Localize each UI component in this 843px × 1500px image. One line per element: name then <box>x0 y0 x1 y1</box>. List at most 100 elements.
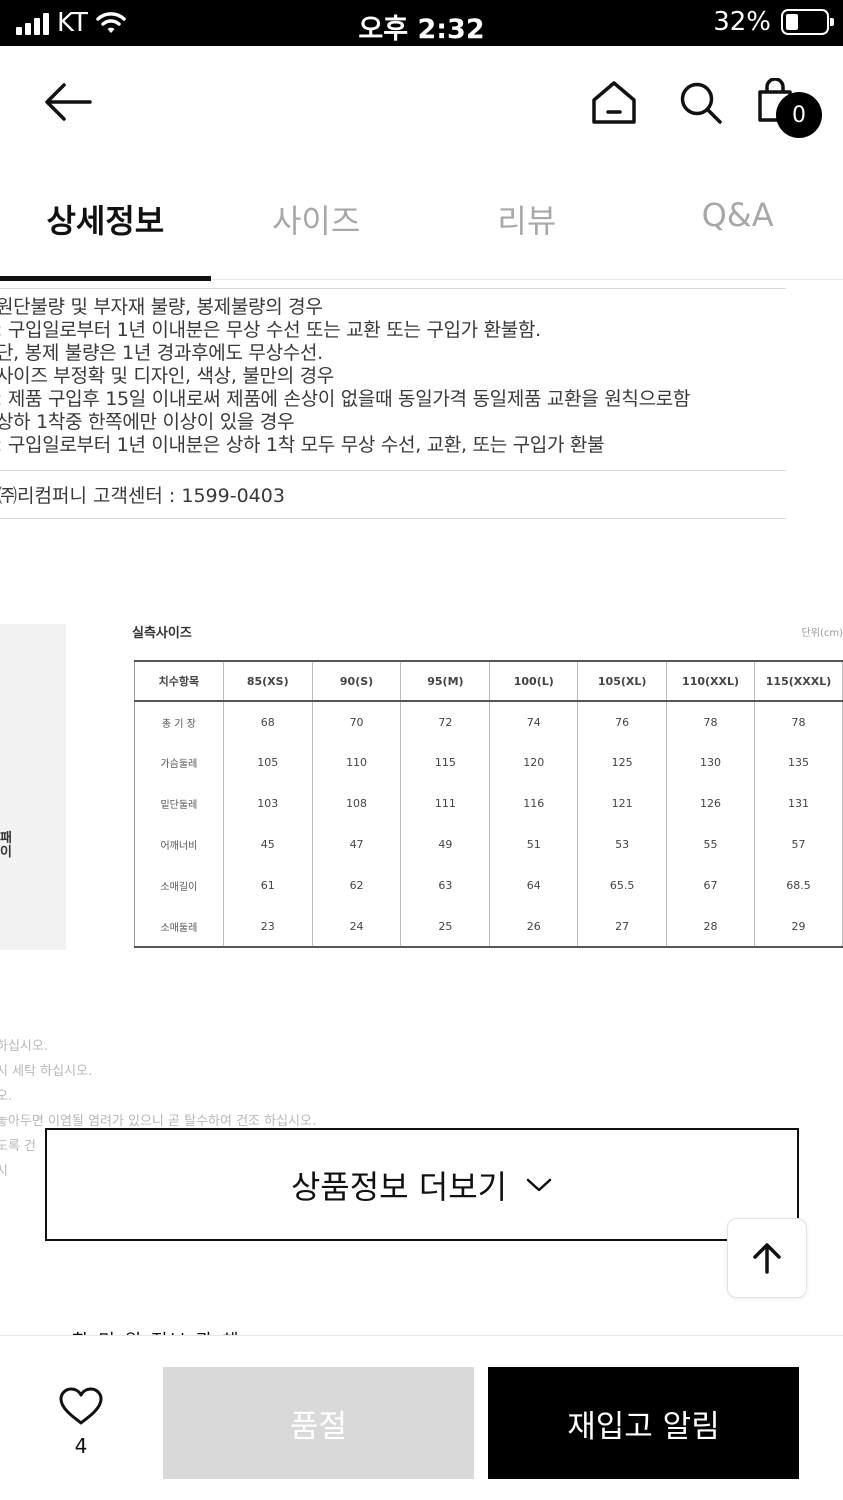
size-table-header: 110(XXL) <box>666 661 755 702</box>
table-cell: 총 기 장 <box>134 701 224 742</box>
table-cell: 소매둘레 <box>134 906 224 947</box>
table-cell: 63 <box>400 865 491 906</box>
search-icon <box>680 82 722 124</box>
table-cell: 어깨너비 <box>134 824 224 865</box>
table-cell: 72 <box>400 701 491 742</box>
table-cell: 53 <box>577 824 668 865</box>
table-cell: 26 <box>489 906 579 947</box>
size-chart-unit: 단위(cm) <box>801 628 843 639</box>
cart-button[interactable]: 0 <box>756 76 824 140</box>
table-cell: 121 <box>577 783 668 824</box>
battery-level <box>786 14 799 30</box>
size-table-header: 치수항목 <box>134 661 224 702</box>
app-header: 0 <box>0 46 843 156</box>
size-table-header: 90(S) <box>312 661 402 702</box>
table-cell: 47 <box>312 824 402 865</box>
arrow-up-icon <box>753 1243 781 1274</box>
notice-line: : 구입일로부터 1년 이내분은 무상 수선 또는 교환 또는 구입가 환불함. <box>0 319 541 341</box>
size-table-header: 100(L) <box>489 661 579 702</box>
table-cell: 49 <box>400 824 491 865</box>
table-cell: 밑단둘레 <box>134 783 224 824</box>
table-cell: 29 <box>754 906 843 947</box>
heart-icon <box>59 1387 103 1425</box>
table-cell: 125 <box>577 742 668 783</box>
size-table-header: 85(XS) <box>223 661 313 702</box>
status-bar: KT 오후 2:32 32% <box>0 0 843 46</box>
table-cell: 28 <box>666 906 755 947</box>
size-table-header: 115(XXXL) <box>754 661 843 702</box>
table-cell: 130 <box>666 742 755 783</box>
scroll-to-top-button[interactable] <box>727 1218 807 1298</box>
table-cell: 67 <box>666 865 755 906</box>
tab-detail-info[interactable]: 상세정보 <box>0 166 211 281</box>
soldout-button[interactable]: 품절 <box>163 1367 474 1479</box>
side-panel-text: 패 이 <box>0 831 12 860</box>
side-image-panel: 패 이 <box>0 624 66 950</box>
home-button[interactable] <box>588 78 640 128</box>
notice-line: 사이즈 부정확 및 디자인, 색상, 불만의 경우 <box>0 365 334 387</box>
bottom-action-bar: 4 품절 재입고 알림 <box>0 1335 843 1500</box>
table-row: 어깨너비 45 47 49 51 53 55 57 <box>134 824 843 865</box>
home-icon <box>592 81 636 124</box>
battery-percent: 32% <box>713 7 771 37</box>
divider <box>0 288 786 289</box>
chevron-down-icon <box>526 1178 552 1191</box>
search-button[interactable] <box>676 78 726 128</box>
table-cell: 126 <box>666 783 755 824</box>
table-cell: 76 <box>577 701 668 742</box>
divider <box>0 470 786 471</box>
notice-line: : 구입일로부터 1년 이내분은 상하 1착 모두 무상 수선, 교환, 또는 … <box>0 434 605 456</box>
table-row: 밑단둘레 103 108 111 116 121 126 131 <box>134 783 843 824</box>
table-cell: 74 <box>489 701 579 742</box>
care-line: 하십시오. <box>0 1039 48 1054</box>
more-product-info-button[interactable]: 상품정보 더보기 <box>45 1128 799 1241</box>
table-cell: 105 <box>223 742 313 783</box>
cart-count-badge: 0 <box>776 92 822 138</box>
more-button-label: 상품정보 더보기 <box>290 1167 508 1206</box>
warranty-notice: 원단불량 및 부자재 불량, 봉제불량의 경우 : 구입일로부터 1년 이내분은… <box>0 296 786 457</box>
table-cell: 소매길이 <box>134 865 224 906</box>
table-cell: 131 <box>754 783 843 824</box>
tab-review[interactable]: 리뷰 <box>422 166 633 279</box>
table-cell: 110 <box>312 742 402 783</box>
notice-line: 원단불량 및 부자재 불량, 봉제불량의 경우 <box>0 296 323 318</box>
table-cell: 24 <box>312 906 402 947</box>
like-button[interactable]: 4 <box>56 1386 106 1458</box>
table-cell: 25 <box>400 906 491 947</box>
tab-qna[interactable]: Q&A <box>632 166 843 279</box>
table-cell: 103 <box>223 783 313 824</box>
table-cell: 70 <box>312 701 402 742</box>
table-cell: 27 <box>577 906 668 947</box>
table-cell: 78 <box>666 701 755 742</box>
table-row: 소매길이 61 62 63 64 65.5 67 68.5 <box>134 865 843 906</box>
back-button[interactable] <box>40 80 96 124</box>
table-cell: 115 <box>400 742 491 783</box>
table-cell: 62 <box>312 865 402 906</box>
status-right: 32% <box>713 7 834 37</box>
restock-alert-button[interactable]: 재입고 알림 <box>488 1367 799 1479</box>
table-cell: 78 <box>754 701 843 742</box>
like-count: 4 <box>74 1434 88 1458</box>
size-table-header: 105(XL) <box>577 661 668 702</box>
table-cell: 68.5 <box>754 865 843 906</box>
table-cell: 57 <box>754 824 843 865</box>
table-cell: 가슴둘레 <box>134 742 224 783</box>
notice-line: 단, 봉제 불량은 1년 경과후에도 무상수선. <box>0 342 323 364</box>
back-arrow-icon <box>45 83 92 121</box>
table-cell: 68 <box>223 701 313 742</box>
size-table-header-row: 치수항목 85(XS) 90(S) 95(M) 100(L) 105(XL) 1… <box>134 661 843 702</box>
tab-size[interactable]: 사이즈 <box>211 166 422 279</box>
notice-line: : 제품 구입후 15일 이내로써 제품에 손상이 없을때 동일가격 동일제품 … <box>0 388 691 410</box>
table-cell: 51 <box>489 824 579 865</box>
customer-center-text: ㈜리컴퍼니 고객센터 : 1599-0403 <box>0 485 285 507</box>
table-cell: 116 <box>489 783 579 824</box>
care-line: 시 세탁 하십시오. <box>0 1064 93 1079</box>
table-row: 소매둘레 23 24 25 26 27 28 29 <box>134 906 843 947</box>
care-line: 오. <box>0 1089 13 1104</box>
table-cell: 61 <box>223 865 313 906</box>
size-table: 치수항목 85(XS) 90(S) 95(M) 100(L) 105(XL) 1… <box>134 660 843 948</box>
table-row: 가슴둘레 105 110 115 120 125 130 135 <box>134 742 843 783</box>
detail-tabs: 상세정보 사이즈 리뷰 Q&A <box>0 166 843 281</box>
notice-line: 상하 1착중 한쪽에만 이상이 있을 경우 <box>0 411 295 433</box>
table-cell: 23 <box>223 906 313 947</box>
